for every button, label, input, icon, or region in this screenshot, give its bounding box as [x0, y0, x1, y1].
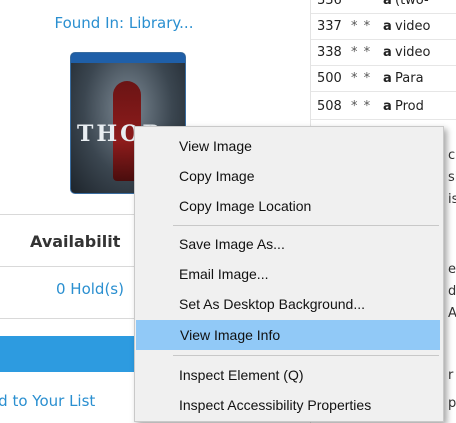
row-number: 500	[317, 71, 342, 86]
menu-item-save-image-as[interactable]: Save Image As...	[135, 229, 443, 259]
menu-item-inspect-element[interactable]: Inspect Element (Q)	[135, 360, 443, 390]
row-subfield: a	[383, 71, 392, 86]
row-value: Prod	[395, 99, 424, 114]
menu-item-email-image[interactable]: Email Image...	[135, 259, 443, 289]
row-subfield: a	[383, 19, 392, 34]
list-row: 337 * * a video	[311, 14, 456, 40]
row-subfield: a	[383, 0, 392, 8]
row-number: 508	[317, 99, 342, 114]
image-context-menu: View Image Copy Image Copy Image Locatio…	[134, 126, 444, 422]
menu-item-set-desktop-background[interactable]: Set As Desktop Background...	[135, 289, 443, 319]
row-indicators: * *	[351, 71, 372, 86]
menu-separator	[173, 225, 439, 226]
row-value: video	[395, 19, 431, 34]
menu-item-view-image[interactable]: View Image	[135, 131, 443, 161]
list-row: 500 * * a Para	[311, 66, 456, 92]
row-fragment: p	[448, 396, 456, 411]
row-number: 336	[317, 0, 342, 8]
menu-item-copy-image-location[interactable]: Copy Image Location	[135, 191, 443, 221]
add-to-list-link[interactable]: ld to Your List	[0, 392, 95, 410]
row-fragment: is	[448, 192, 456, 207]
row-fragment: c	[448, 148, 456, 163]
row-subfield: a	[383, 99, 392, 114]
row-indicators: * *	[351, 19, 372, 34]
row-fragment: si	[448, 170, 456, 185]
list-row: 338 * * a video	[311, 40, 456, 66]
menu-item-inspect-accessibility[interactable]: Inspect Accessibility Properties	[135, 390, 443, 420]
row-fragment: e	[448, 262, 456, 277]
row-value: video	[395, 45, 431, 60]
list-row: 336 a (two-	[311, 0, 456, 14]
row-value: Para	[395, 71, 424, 86]
row-indicators: * *	[351, 45, 372, 60]
row-indicators: * *	[351, 99, 372, 114]
row-fragment: r	[448, 368, 454, 383]
row-number: 337	[317, 19, 342, 34]
row-subfield: a	[383, 45, 392, 60]
bluray-banner	[71, 53, 185, 63]
menu-separator	[173, 355, 439, 356]
row-fragment: de	[448, 284, 456, 299]
found-in-link[interactable]: Found In: Library...	[0, 14, 248, 32]
row-number: 338	[317, 45, 342, 60]
menu-item-view-image-info[interactable]: View Image Info	[136, 320, 440, 350]
list-row: 508 * * a Prod	[311, 94, 456, 120]
row-value: (two-	[395, 0, 429, 8]
menu-item-copy-image[interactable]: Copy Image	[135, 161, 443, 191]
row-fragment: A	[448, 306, 456, 321]
